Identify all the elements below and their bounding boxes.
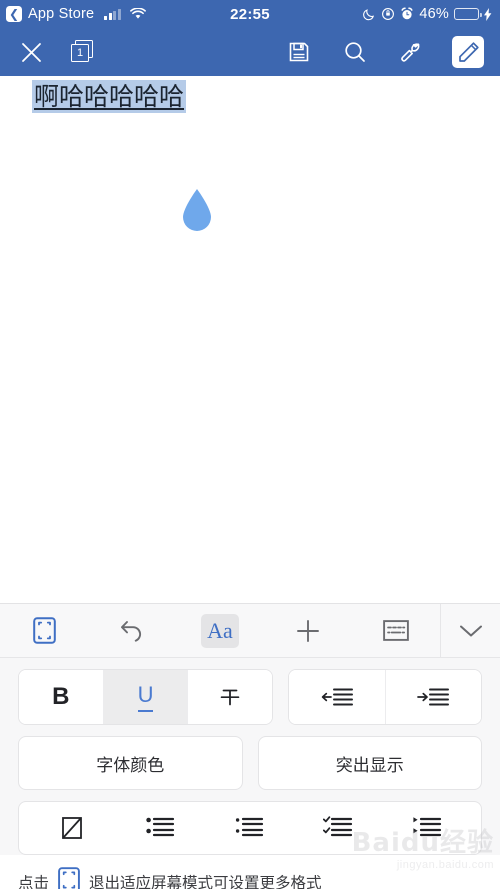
check-list-button[interactable] [295,801,384,855]
no-list-button[interactable] [27,801,116,855]
hint-middle: 退出 [89,874,121,889]
decrease-indent-button[interactable] [289,670,386,724]
wifi-icon [129,8,146,20]
indent-group [288,669,482,725]
battery-percent-label: 46% [419,6,449,22]
hint-suffix: 可设置更多格式 [213,874,322,889]
underline-button[interactable]: U [103,670,189,724]
none-slash-icon [61,817,82,839]
bullet-list-icon [146,817,174,837]
close-icon[interactable] [16,37,46,67]
selected-text[interactable]: 啊哈哈哈哈哈 [32,80,187,113]
bullet-list-small-button[interactable] [205,801,294,855]
document-canvas[interactable]: 啊哈哈哈哈哈 [0,76,500,603]
highlight-button[interactable]: 突出显示 [257,736,482,790]
font-color-button[interactable]: 字体颜色 [18,736,243,790]
rotation-lock-icon [381,7,395,21]
save-floppy-icon[interactable] [284,37,314,67]
tab-insert[interactable] [264,604,352,658]
wrench-icon[interactable] [396,37,426,67]
tab-keyboard[interactable] [352,604,440,658]
document-paragraph[interactable]: 啊哈哈哈哈哈 [32,80,187,113]
lightning-bolt-icon [484,7,492,21]
undo-arrow-icon [121,620,142,642]
bullet-list-small-icon [235,817,264,837]
indent-icon [417,688,450,706]
format-tab-bar: Aa [0,603,500,658]
page-count-label: 1 [71,44,89,62]
chevron-down-icon [459,625,482,636]
checkmark-list-icon [323,816,353,837]
cellular-signal-icon [104,8,121,20]
font-format-label: Aa [207,617,233,643]
app-toolbar-right [284,36,484,68]
strikethrough-button[interactable] [188,670,272,724]
format-panel: Aa B U 字体颜色 突出显示 [0,603,500,855]
increase-indent-button[interactable] [385,670,481,724]
status-bar: ❮ App Store 22:55 46% [0,0,500,28]
list-style-row [18,801,482,855]
arrow-list-button[interactable] [384,801,473,855]
color-row: 字体颜色 突出显示 [18,736,482,790]
arrow-list-icon [413,817,442,837]
keyboard-icon [383,620,409,641]
battery-low-power-icon [454,8,482,20]
status-bar-left: ❮ App Store [6,6,146,22]
tab-adapt-screen[interactable] [0,604,88,658]
strikethrough-icon [220,689,240,706]
back-to-app-store-button[interactable]: ❮ [6,6,22,22]
fit-to-screen-icon [32,617,56,644]
tab-collapse-panel[interactable] [440,603,500,658]
alarm-clock-icon [400,7,414,21]
bullet-list-button[interactable] [116,801,205,855]
status-bar-right: 46% [363,6,492,22]
hint-bar: 点击 退出 适应屏幕模式 可设置更多格式 [0,855,500,889]
format-controls: B U 字体颜色 突出显示 [0,658,500,855]
search-icon[interactable] [340,37,370,67]
selection-handle-teardrop-icon[interactable] [180,188,214,234]
plus-icon [297,619,319,642]
tab-font-format[interactable]: Aa [176,604,264,658]
text-style-group: B U [18,669,273,725]
fit-to-screen-icon[interactable] [57,867,81,889]
do-not-disturb-moon-icon [363,8,376,21]
back-app-label: App Store [28,6,95,22]
hint-prefix: 点击 [18,874,50,889]
tab-undo[interactable] [88,604,176,658]
bold-button[interactable]: B [19,670,104,724]
hint-accent: 适应屏幕模式 [120,874,214,889]
pencil-edit-icon[interactable] [452,36,484,68]
app-toolbar-left: 1 [16,37,98,67]
outdent-icon [321,688,353,706]
app-root: ❮ App Store 22:55 46% 1 啊哈哈哈哈哈 Aa B U 字体… [0,0,500,889]
app-toolbar: 1 [0,28,500,76]
text-style-row: B U [18,669,482,725]
pages-stack-icon[interactable]: 1 [68,37,98,67]
